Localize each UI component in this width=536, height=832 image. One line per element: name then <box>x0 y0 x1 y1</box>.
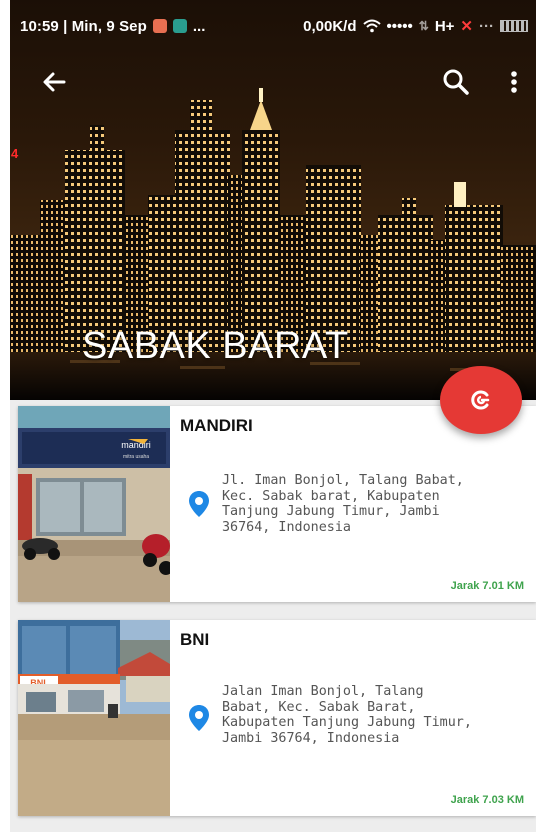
refresh-icon <box>471 390 490 410</box>
bank-name: BNI <box>180 630 210 649</box>
list-item[interactable]: mandiri mitra usaha MANDIRI Jl. Iman Bon… <box>18 406 536 602</box>
network-speed: 0,00K/d <box>303 17 357 35</box>
location-pin-icon <box>189 705 209 731</box>
data-arrows-icon: ⇅ <box>418 19 429 33</box>
status-ellipsis: ... <box>192 17 206 35</box>
bank-sign-sub: mitra usaha <box>123 454 149 460</box>
notification-app-icon <box>172 19 187 33</box>
bank-address: Jl. Iman Bonjol, Talang Babat, Kec. Saba… <box>222 473 464 535</box>
battery-icon <box>500 20 528 32</box>
page-title: SABAK BARAT <box>82 325 349 367</box>
refresh-button[interactable] <box>440 366 522 434</box>
bank-photo: mandiri mitra usaha <box>18 406 170 602</box>
more-vert-icon[interactable] <box>500 66 528 98</box>
notification-app-icon <box>152 19 167 33</box>
app-frame: 10:59 | Min, 9 Sep ... 0,00K/d ••••• ⇅ H… <box>10 0 536 832</box>
no-signal-icon: ✕ <box>460 18 473 35</box>
x-dots: ··· <box>479 17 494 35</box>
status-time: 10:59 | Min, 9 Sep <box>20 17 147 35</box>
list-item[interactable]: BNI BNI Jalan Iman Bonjol, Talang Babat,… <box>18 620 536 816</box>
wifi-icon <box>362 19 381 33</box>
signal-dots: ••••• <box>386 17 413 35</box>
side-marker: 4 <box>11 146 19 161</box>
bank-address: Jalan Iman Bonjol, Talang Babat, Kec. Sa… <box>222 684 472 746</box>
bank-photo: BNI <box>18 620 170 816</box>
bank-distance: Jarak 7.03 KM <box>450 794 524 806</box>
bank-distance: Jarak 7.01 KM <box>450 580 524 592</box>
location-pin-icon <box>189 491 209 517</box>
toolbar <box>10 58 536 106</box>
search-icon[interactable] <box>440 66 472 98</box>
network-type: H+ <box>434 17 455 35</box>
status-bar: 10:59 | Min, 9 Sep ... 0,00K/d ••••• ⇅ H… <box>10 0 536 52</box>
status-right: 0,00K/d ••••• ⇅ H+ ✕ ··· <box>303 17 536 35</box>
header-image: 10:59 | Min, 9 Sep ... 0,00K/d ••••• ⇅ H… <box>10 0 536 400</box>
bank-name: MANDIRI <box>180 416 253 435</box>
arrow-back-icon[interactable] <box>38 66 70 98</box>
